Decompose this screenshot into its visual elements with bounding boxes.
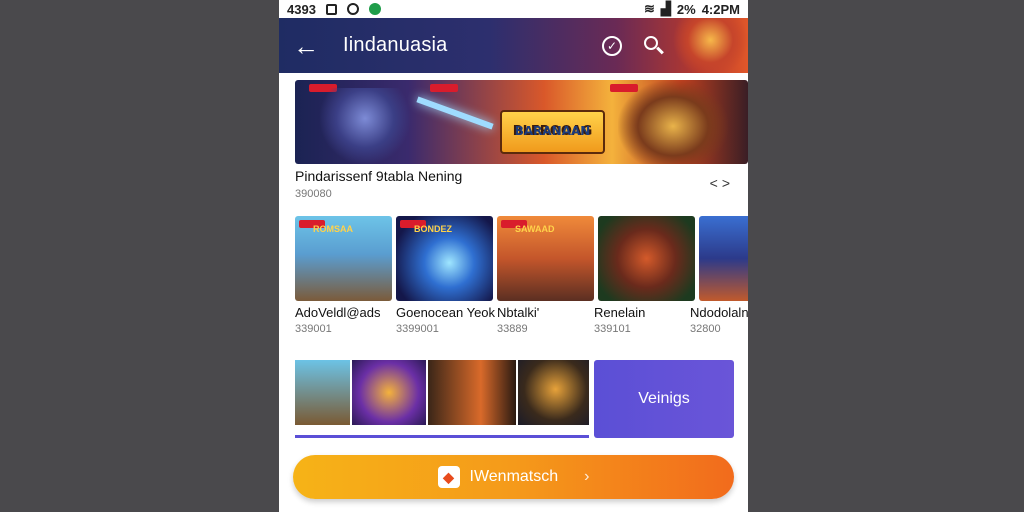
cta-label: IWenmatsch: [469, 468, 559, 485]
game-label[interactable]: Ndodolaln: [690, 305, 748, 320]
tile-text: ROMSAA: [313, 224, 353, 234]
game-tile[interactable]: [598, 216, 695, 301]
game-label[interactable]: Nbtalki': [497, 305, 539, 320]
badge-tag: [430, 84, 458, 92]
game-label[interactable]: Goenocean Yeok: [396, 305, 495, 320]
promo-label: Veinigs: [638, 390, 690, 407]
status-bar: 4393 ≋ ▟ 2% 4:2PM: [279, 0, 748, 18]
game-tiles-row: ROMSAA BONDEZ SAWAAD: [295, 216, 748, 301]
search-icon[interactable]: [644, 35, 664, 56]
banner-hero-left: [320, 88, 410, 164]
notification-icon: [325, 3, 337, 15]
page-title: Iindanuasia: [343, 34, 448, 56]
promo-card[interactable]: Veinigs: [594, 360, 734, 438]
tag-icon: ◆: [437, 466, 460, 488]
strip-thumbnail[interactable]: [295, 360, 350, 425]
game-sub: 339001: [295, 323, 332, 335]
game-label[interactable]: Renelain: [594, 305, 645, 320]
status-time-left: 4393: [287, 1, 316, 17]
app-notification-icon: [346, 3, 359, 15]
phone-screen: 4393 ≋ ▟ 2% 4:2PM ← Iindanuasia ✓ BLEROO…: [279, 0, 748, 512]
cta-button[interactable]: ◆ IWenmatsch ›: [293, 455, 734, 499]
logo-line-2: BARANAAN: [514, 124, 591, 139]
game-sub: 339101: [594, 323, 631, 335]
banner-game-logo: BLEROOAG BARANAAN: [500, 110, 605, 154]
status-time-right: 4:2PM: [701, 1, 740, 17]
game-sub: 32800: [690, 323, 721, 335]
wifi-icon: ≋: [644, 1, 655, 16]
tile-text: SAWAAD: [515, 224, 555, 234]
game-tile[interactable]: ROMSAA: [295, 216, 392, 301]
game-label[interactable]: AdoVeldl@ads: [295, 305, 380, 320]
game-tile[interactable]: SAWAAD: [497, 216, 594, 301]
strip-thumbnail[interactable]: [428, 360, 516, 425]
carousel-nav-icon[interactable]: <>: [710, 175, 734, 191]
battery-text: 2%: [676, 1, 696, 17]
game-sub: 33889: [497, 323, 528, 335]
lightning-effect: [416, 96, 494, 130]
header-character-art: [673, 18, 748, 73]
strip-thumbnail[interactable]: [352, 360, 426, 425]
chevron-right-icon: ›: [584, 468, 590, 485]
image-strip[interactable]: [295, 360, 589, 438]
back-arrow-icon[interactable]: ←: [293, 33, 323, 59]
whatsapp-icon: [368, 3, 381, 15]
strip-thumbnail[interactable]: [518, 360, 589, 425]
featured-title: Pindarissenf 9tabla Nening: [295, 168, 463, 184]
featured-subtitle: 390080: [295, 188, 332, 200]
featured-banner[interactable]: BLEROOAG BARANAAN: [295, 80, 748, 164]
game-tile[interactable]: BONDEZ: [396, 216, 493, 301]
tile-text: BONDEZ: [414, 224, 452, 234]
game-tile[interactable]: [699, 216, 748, 301]
banner-hero-right: [618, 80, 728, 164]
check-circle-icon[interactable]: ✓: [602, 35, 622, 56]
signal-icon: ▟: [660, 1, 671, 16]
game-sub: 3399001: [396, 323, 439, 335]
